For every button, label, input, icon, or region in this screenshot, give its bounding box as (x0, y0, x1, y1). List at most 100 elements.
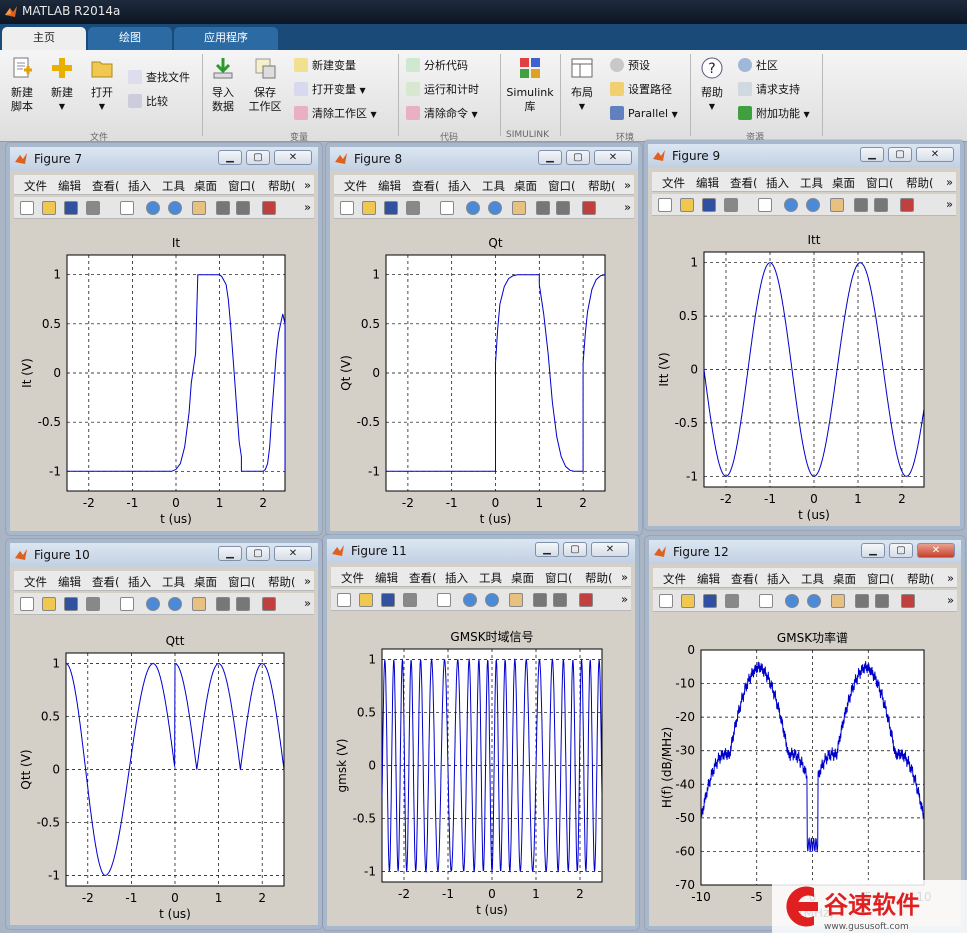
brush-icon[interactable] (900, 198, 914, 212)
figure-menu-item[interactable]: 编辑 (697, 571, 720, 587)
new-script-button[interactable]: 新建 脚本 (4, 56, 40, 114)
data-cursor-icon[interactable] (556, 201, 570, 215)
figure-menu-item[interactable]: 帮助( (268, 574, 296, 590)
figure-menu-item[interactable]: 窗口( (548, 178, 576, 194)
zoom-out-icon[interactable] (168, 597, 182, 611)
pan-icon[interactable] (509, 593, 523, 607)
figure-menu-item[interactable]: 查看( (412, 178, 440, 194)
close-button[interactable]: ✕ (594, 150, 632, 165)
zoom-in-icon[interactable] (466, 201, 480, 215)
layout-button[interactable]: 布局 ▼ (566, 56, 598, 114)
figure-menu-item[interactable]: 工具 (482, 178, 505, 194)
minimize-button[interactable]: ▁ (860, 147, 884, 162)
new-file-icon[interactable] (20, 201, 34, 215)
pan-icon[interactable] (192, 597, 206, 611)
figure-menu-item[interactable]: 窗口( (228, 178, 256, 194)
save-icon[interactable] (702, 198, 716, 212)
data-cursor-icon[interactable] (874, 198, 888, 212)
new-file-icon[interactable] (658, 198, 672, 212)
compare-button[interactable]: 比较 (128, 94, 168, 109)
figure-menu-item[interactable]: 文件 (662, 175, 685, 191)
simulink-library-button[interactable]: Simulink 库 (504, 56, 556, 114)
request-support-button[interactable]: 请求支持 (738, 82, 800, 97)
parallel-button[interactable]: Parallel ▼ (610, 106, 678, 122)
zoom-out-icon[interactable] (806, 198, 820, 212)
find-files-button[interactable]: 查找文件 (128, 70, 190, 85)
zoom-in-icon[interactable] (463, 593, 477, 607)
toolbar-overflow-icon[interactable]: » (947, 593, 954, 607)
pointer-icon[interactable] (440, 201, 454, 215)
figure-titlebar[interactable]: Figure 10 ▁ ▢ ✕ (10, 543, 318, 567)
close-button[interactable]: ✕ (916, 147, 954, 162)
zoom-in-icon[interactable] (785, 594, 799, 608)
close-button[interactable]: ✕ (917, 543, 955, 558)
plot-area[interactable]: -2 -1 0 1 2 -1 -0.5 0 0.5 1 Qt t (us) Qt (V) (330, 221, 638, 531)
save-icon[interactable] (64, 597, 78, 611)
zoom-in-icon[interactable] (784, 198, 798, 212)
figure-menu-item[interactable]: 桌面 (194, 574, 217, 590)
new-file-icon[interactable] (340, 201, 354, 215)
pan-icon[interactable] (512, 201, 526, 215)
figure-menu-item[interactable]: 编辑 (696, 175, 719, 191)
data-cursor-icon[interactable] (553, 593, 567, 607)
figure-titlebar[interactable]: Figure 11 ▁ ▢ ✕ (327, 539, 635, 563)
zoom-in-icon[interactable] (146, 201, 160, 215)
menu-overflow-icon[interactable]: » (304, 178, 311, 192)
open-file-icon[interactable] (359, 593, 373, 607)
rotate-icon[interactable] (536, 201, 550, 215)
print-icon[interactable] (86, 201, 100, 215)
data-cursor-icon[interactable] (236, 201, 250, 215)
figure-menu-item[interactable]: 文件 (24, 178, 47, 194)
menu-overflow-icon[interactable]: » (946, 175, 953, 189)
figure-menu-item[interactable]: 查看( (731, 571, 759, 587)
clear-commands-button[interactable]: 清除命令 ▼ (406, 106, 478, 122)
figure-menu-item[interactable]: 编辑 (378, 178, 401, 194)
figure-menu-item[interactable]: 插入 (767, 571, 790, 587)
figure-menu-item[interactable]: 桌面 (194, 178, 217, 194)
minimize-button[interactable]: ▁ (535, 542, 559, 557)
figure-menu-item[interactable]: 帮助( (588, 178, 616, 194)
add-ons-button[interactable]: 附加功能 ▼ (738, 106, 810, 122)
tab-apps[interactable]: 应用程序 (174, 27, 278, 50)
figure-menu-item[interactable]: 查看( (92, 574, 120, 590)
figure-menu-item[interactable]: 编辑 (58, 574, 81, 590)
toolbar-overflow-icon[interactable]: » (304, 596, 311, 610)
brush-icon[interactable] (901, 594, 915, 608)
toolbar-overflow-icon[interactable]: » (946, 197, 953, 211)
figure-menu-item[interactable]: 工具 (479, 570, 502, 586)
new-button[interactable]: 新建 ▼ (46, 56, 78, 114)
figure-menu-item[interactable]: 插入 (766, 175, 789, 191)
plot-area[interactable]: -2 -1 0 1 2 -1 -0.5 0 0.5 1 Qtt t (us) Qtt (V) (10, 617, 318, 925)
open-button[interactable]: 打开 ▼ (86, 56, 118, 114)
pointer-icon[interactable] (120, 597, 134, 611)
preferences-button[interactable]: 预设 (610, 58, 650, 73)
toolbar-overflow-icon[interactable]: » (621, 592, 628, 606)
figure-menu-item[interactable]: 帮助( (585, 570, 613, 586)
figure-menu-item[interactable]: 插入 (128, 574, 151, 590)
close-button[interactable]: ✕ (274, 546, 312, 561)
figure-menu-item[interactable]: 桌面 (833, 571, 856, 587)
zoom-out-icon[interactable] (168, 201, 182, 215)
open-file-icon[interactable] (681, 594, 695, 608)
figure-titlebar[interactable]: Figure 9 ▁ ▢ ✕ (648, 144, 960, 168)
figure-menu-item[interactable]: 帮助( (268, 178, 296, 194)
pointer-icon[interactable] (758, 198, 772, 212)
figure-menu-item[interactable]: 编辑 (375, 570, 398, 586)
figure-menu-item[interactable]: 文件 (341, 570, 364, 586)
figure-menu-item[interactable]: 文件 (24, 574, 47, 590)
maximize-button[interactable]: ▢ (246, 546, 270, 561)
maximize-button[interactable]: ▢ (246, 150, 270, 165)
figure-menu-item[interactable]: 插入 (445, 570, 468, 586)
minimize-button[interactable]: ▁ (861, 543, 885, 558)
brush-icon[interactable] (262, 201, 276, 215)
save-icon[interactable] (703, 594, 717, 608)
figure-menu-item[interactable]: 工具 (801, 571, 824, 587)
run-and-time-button[interactable]: 运行和计时 (406, 82, 479, 97)
zoom-out-icon[interactable] (485, 593, 499, 607)
figure-titlebar[interactable]: Figure 12 ▁ ▢ ✕ (649, 540, 961, 564)
tab-plots[interactable]: 绘图 (88, 27, 172, 50)
figure-menu-item[interactable]: 查看( (409, 570, 437, 586)
data-cursor-icon[interactable] (875, 594, 889, 608)
toolbar-overflow-icon[interactable]: » (624, 200, 631, 214)
minimize-button[interactable]: ▁ (218, 150, 242, 165)
